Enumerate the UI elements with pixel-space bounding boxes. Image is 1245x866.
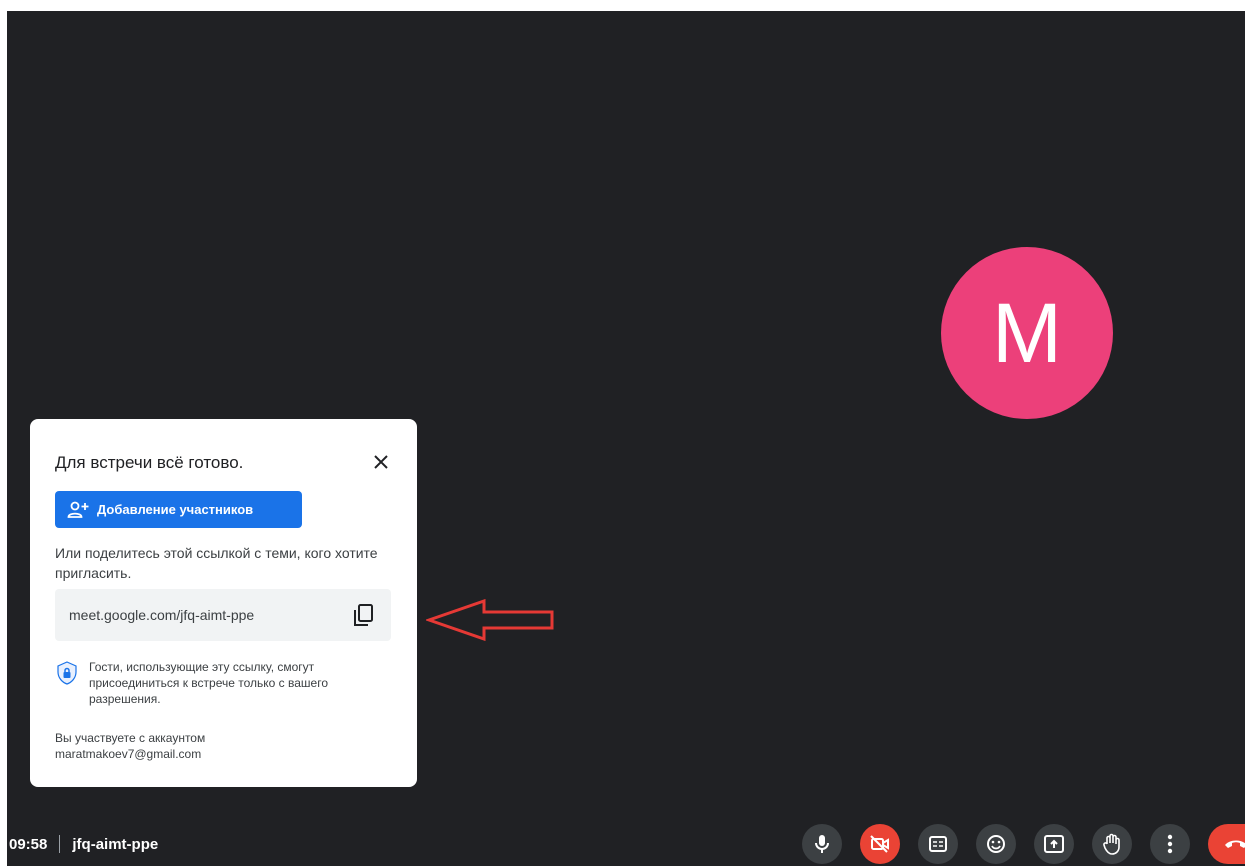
hangup-icon (1225, 840, 1245, 848)
copy-link-button[interactable] (351, 602, 377, 628)
reactions-button[interactable] (976, 824, 1016, 864)
microphone-button[interactable] (802, 824, 842, 864)
camera-off-icon (870, 835, 889, 853)
guest-notice-text: Гости, использующие эту ссылку, смогут п… (89, 660, 328, 706)
copy-icon (354, 604, 373, 626)
meeting-link[interactable]: meet.google.com/jfq-aimt-ppe (69, 607, 351, 623)
account-label: Вы участвуете с аккаунтом (55, 731, 206, 745)
add-participants-button[interactable]: Добавление участников (55, 491, 302, 528)
shield-lock-icon (57, 661, 77, 685)
mic-icon (815, 835, 829, 853)
info-divider (59, 835, 61, 853)
guest-notice: Гости, использующие эту ссылку, смогут п… (55, 659, 385, 707)
share-instructions: Или поделитесь этой ссылкой с теми, кого… (55, 545, 378, 581)
add-participants-label: Добавление участников (97, 502, 254, 517)
camera-toggle-button[interactable] (860, 824, 900, 864)
meeting-info: 09:58 jfq-aimt-ppe (9, 834, 158, 854)
add-person-icon (67, 501, 89, 519)
meeting-link-box: meet.google.com/jfq-aimt-ppe (55, 589, 391, 641)
more-options-button[interactable] (1150, 824, 1190, 864)
meeting-ready-panel: Для встречи всё готово. Добавление участ… (30, 419, 417, 787)
present-screen-button[interactable] (1034, 824, 1074, 864)
hand-icon (1103, 833, 1120, 855)
captions-button[interactable] (918, 824, 958, 864)
annotation-arrow (426, 599, 554, 641)
avatar-initial: M (992, 285, 1062, 380)
account-info: Вы участвуете с аккаунтом maratmakoev7@g… (55, 730, 205, 762)
participant-avatar: M (941, 247, 1113, 419)
close-button[interactable] (368, 449, 394, 475)
panel-title: Для встречи всё готово. (55, 453, 244, 472)
leave-call-button[interactable] (1208, 824, 1245, 864)
present-icon (1044, 835, 1064, 853)
meeting-stage: M Для встречи всё готово. Добавление уча… (7, 11, 1245, 866)
captions-icon (929, 836, 947, 852)
account-email: maratmakoev7@gmail.com (55, 747, 202, 761)
clock-time: 09:58 (9, 835, 48, 853)
raise-hand-button[interactable] (1092, 824, 1132, 864)
more-vert-icon (1167, 834, 1173, 854)
call-controls (802, 822, 1245, 866)
emoji-icon (987, 835, 1005, 853)
close-icon (374, 455, 388, 469)
meeting-code[interactable]: jfq-aimt-ppe (72, 836, 158, 853)
